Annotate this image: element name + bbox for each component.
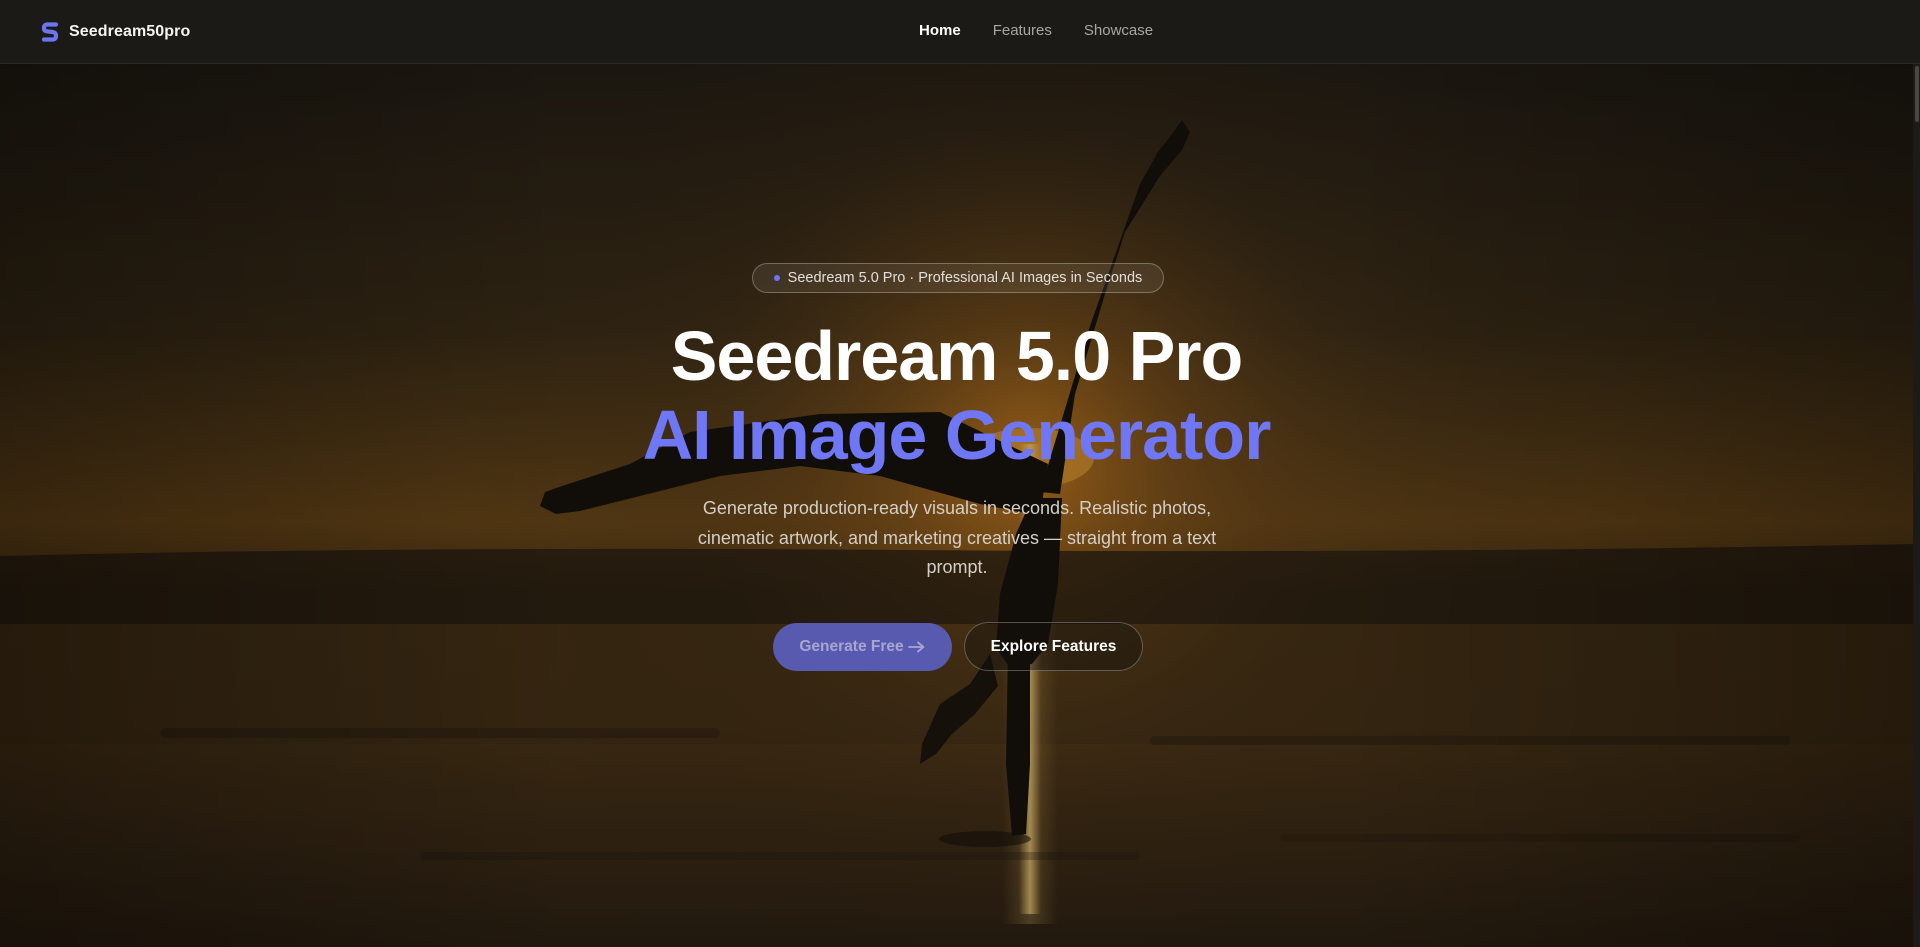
hero-badge: Seedream 5.0 Pro · Professional AI Image…: [752, 263, 1164, 293]
brand-home-link[interactable]: Seedream50pro: [41, 20, 190, 44]
hero-badge-text: Seedream 5.0 Pro · Professional AI Image…: [787, 270, 1143, 286]
nav-link-features[interactable]: Features: [993, 22, 1052, 39]
page-scrollbar[interactable]: [1913, 64, 1920, 947]
explore-features-button[interactable]: Explore Features: [964, 622, 1143, 671]
page: Seedream50pro Home Features Showcase See…: [0, 0, 1920, 947]
generate-free-button-label: Generate Free: [799, 638, 904, 655]
top-navbar: Seedream50pro Home Features Showcase: [0, 0, 1920, 64]
scrollbar-thumb[interactable]: [1915, 66, 1919, 122]
hero-title-line2: AI Image Generator: [642, 396, 1272, 474]
s-logo-icon: [41, 22, 59, 42]
hero-title-line1: Seedream 5.0 Pro: [670, 317, 1244, 395]
main-nav: Home Features Showcase: [919, 22, 1153, 39]
arrow-right-icon: [907, 641, 925, 653]
badge-dot-icon: [773, 275, 780, 281]
generate-free-button[interactable]: Generate Free: [773, 623, 952, 671]
nav-link-home[interactable]: Home: [919, 22, 961, 39]
hero-section: Seedream 5.0 Pro · Professional AI Image…: [0, 64, 1913, 947]
brand-name: Seedream50pro: [69, 23, 191, 40]
hero-subtitle: Generate production-ready visuals in sec…: [697, 498, 1217, 577]
nav-link-showcase[interactable]: Showcase: [1084, 22, 1153, 39]
